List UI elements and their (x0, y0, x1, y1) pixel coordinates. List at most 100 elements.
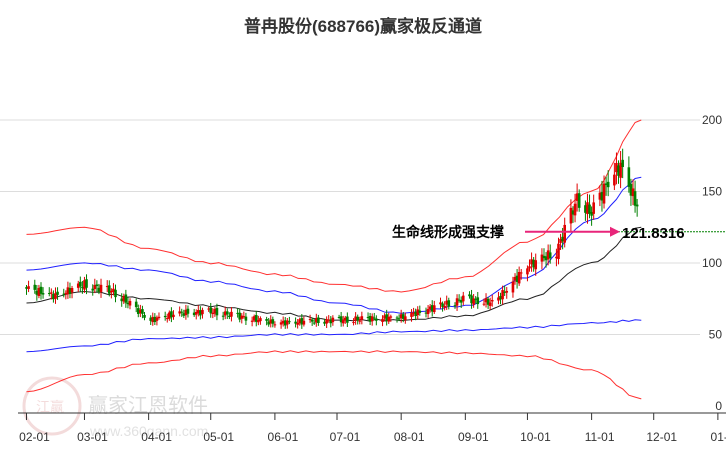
candle-body (250, 320, 254, 322)
candle-body (358, 320, 362, 322)
y-tick-label: 150 (702, 185, 722, 199)
candle-body (352, 322, 355, 324)
candle-body (124, 294, 128, 303)
x-tick-label: 06-01 (268, 430, 299, 444)
candle-body (360, 316, 364, 320)
candle-body (621, 159, 624, 167)
candle-body (33, 284, 37, 290)
watermark-brand: 赢家江恩软件 (88, 394, 208, 417)
candle-body (381, 318, 384, 322)
candle-body (141, 309, 144, 314)
x-tick-label: 04-01 (141, 430, 172, 444)
candle-body (172, 314, 175, 318)
candle-body (39, 286, 43, 294)
watermark: 江赢 赢家江恩软件 www.360gann.com (22, 376, 208, 439)
candle-body (157, 316, 161, 319)
candle-body (85, 279, 88, 288)
x-tick-label: 05-01 (203, 430, 234, 444)
candle-body (397, 318, 401, 320)
candle-body (221, 315, 225, 317)
candle-body (517, 271, 521, 284)
candle-body (370, 316, 374, 322)
candle-body (426, 309, 430, 315)
candle-body (528, 266, 531, 269)
candle-body (633, 191, 637, 206)
candle-body (163, 315, 167, 318)
candle-body (432, 305, 436, 313)
candle-body (273, 324, 277, 326)
candle-body (389, 316, 393, 318)
chart: 普冉股份(688766)赢家极反通道 江赢 赢家江恩软件 www.360gann… (0, 0, 726, 450)
x-tick-label: 08-01 (394, 430, 425, 444)
candle-body (259, 318, 262, 322)
candle-body (95, 284, 99, 287)
chart-canvas: 江赢 赢家江恩软件 www.360gann.com 生命线形成强支撑 121.83… (0, 113, 726, 444)
candle-body (128, 300, 132, 306)
candle-body (70, 288, 74, 293)
candle-body (613, 174, 616, 186)
candle-body (356, 316, 359, 321)
candle-body (501, 290, 504, 300)
candle-body (312, 322, 316, 324)
candle-body (476, 297, 480, 305)
candle-body (286, 320, 289, 325)
x-tick-label: 12-01 (646, 430, 677, 444)
annotation-value: 121.8316 (622, 225, 685, 242)
candle-body (186, 308, 190, 314)
x-tick-label: 11-01 (585, 430, 615, 444)
candle-body (447, 300, 451, 307)
candle-body (288, 321, 291, 323)
candle-body (230, 311, 233, 317)
candle-body (155, 317, 159, 321)
candle-body (557, 243, 560, 259)
x-tick-label: 09-01 (458, 430, 489, 444)
channel-ma-black (26, 226, 642, 322)
y-tick-label: 200 (702, 113, 722, 127)
candle-body (108, 285, 111, 294)
candle-body (50, 292, 53, 294)
candle-body (265, 319, 268, 321)
candle-body (134, 301, 138, 308)
candle-body (602, 183, 606, 204)
candle-body (488, 302, 492, 306)
candle-body (296, 322, 299, 325)
x-tick-label: 03-01 (77, 430, 108, 444)
candle-body (225, 311, 229, 315)
candle-body (563, 224, 566, 243)
candle-body (372, 317, 376, 319)
candle-body (114, 289, 117, 298)
candle-body (143, 314, 146, 318)
candle-body (461, 295, 465, 302)
candle-body (577, 193, 581, 208)
candle-body (317, 317, 320, 324)
x-tick-label: 07-01 (330, 430, 361, 444)
annotation-text: 生命线形成强支撑 (392, 224, 504, 240)
y-tick-label: 50 (709, 328, 723, 342)
candle-body (41, 293, 45, 295)
candle-body (443, 305, 446, 308)
candle-body (482, 303, 486, 305)
candle-body (635, 204, 639, 207)
candle-body (573, 203, 577, 216)
candle-body (404, 316, 407, 321)
x-tick-label: 01-01 (711, 430, 726, 444)
candle-body (519, 272, 523, 274)
candle-body (201, 309, 204, 315)
candle-body (511, 281, 515, 293)
candle-body (592, 202, 595, 214)
candle-body (455, 298, 459, 306)
candle-body (505, 290, 509, 293)
candle-body (534, 260, 538, 270)
channel-lower-blue (26, 319, 642, 353)
candle-body (79, 281, 82, 287)
candle-body (302, 320, 306, 325)
candle-body (310, 319, 314, 322)
candle-body (180, 311, 184, 313)
candle-body (346, 316, 349, 323)
candle-body (99, 284, 103, 292)
candle-body (331, 317, 335, 323)
candle-body (418, 310, 422, 313)
candle-body (209, 307, 213, 314)
x-tick-label: 02-01 (19, 430, 50, 444)
candle-body (526, 268, 529, 275)
